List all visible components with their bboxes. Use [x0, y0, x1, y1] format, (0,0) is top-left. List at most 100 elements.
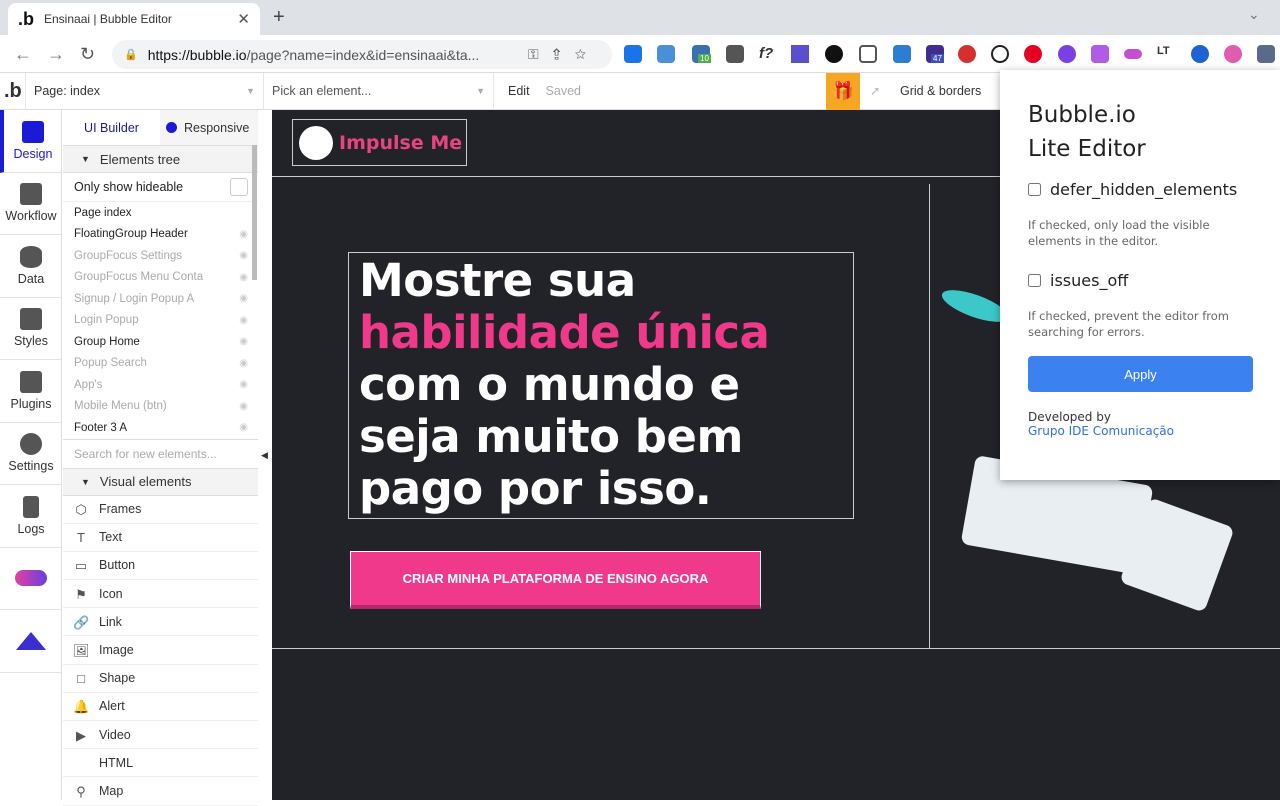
close-tab-icon[interactable]: ✕: [237, 10, 250, 28]
brain-extension-icon[interactable]: [1224, 45, 1242, 63]
visual-element-shape[interactable]: □ Shape: [63, 665, 258, 693]
grid-extension-icon[interactable]: [859, 45, 877, 63]
edit-menu[interactable]: Edit: [494, 73, 538, 110]
visual-element-label: Video: [99, 727, 131, 742]
badge: 47: [931, 54, 944, 63]
eyedropper-extension-icon[interactable]: [726, 45, 744, 63]
grid-borders-menu[interactable]: Grid & borders: [900, 84, 981, 98]
tree-item[interactable]: Footer 3 A ◉: [63, 417, 258, 439]
eye-icon[interactable]: ◉: [239, 358, 248, 369]
tab-ui-builder[interactable]: UI Builder: [63, 121, 160, 135]
hero-heading[interactable]: Mostre sua habilidade única com o mundo …: [348, 252, 854, 519]
visual-element-html[interactable]: HTML: [63, 749, 258, 778]
visual-element-button[interactable]: ▭ Button: [63, 552, 258, 581]
defer-hidden-checkbox[interactable]: [1028, 183, 1041, 196]
lt-extension-icon[interactable]: LT: [1157, 45, 1175, 63]
clock-extension-icon[interactable]: [991, 45, 1009, 63]
eye-icon[interactable]: ◉: [239, 379, 248, 390]
new-tab-icon[interactable]: +: [273, 6, 285, 29]
issues-off-checkbox[interactable]: [1028, 274, 1041, 287]
visual-element-video[interactable]: ▶ Video: [63, 721, 258, 750]
nav-settings[interactable]: Settings: [0, 423, 62, 485]
eye-icon[interactable]: ◉: [239, 293, 248, 304]
url-actions[interactable]: ⚿⇪☆: [528, 46, 600, 63]
reload-icon[interactable]: ↻: [80, 44, 95, 65]
defer-hidden-option[interactable]: defer_hidden_elements: [1028, 180, 1252, 199]
eye-icon[interactable]: ◉: [239, 422, 248, 433]
tree-item[interactable]: FloatingGroup Header ◉: [63, 224, 258, 246]
extension-icon[interactable]: [1091, 45, 1109, 63]
visual-element-frames[interactable]: ⬡ Frames: [63, 496, 258, 524]
toggle-extension-icon[interactable]: [1124, 49, 1142, 59]
tree-item[interactable]: Mobile Menu (btn) ◉: [63, 396, 258, 418]
nav-extension-bubble[interactable]: [0, 610, 62, 673]
nav-label: Logs: [17, 521, 45, 536]
tree-item[interactable]: GroupFocus Settings ◉: [63, 245, 258, 267]
visual-element-icon[interactable]: ⚑ Icon: [63, 580, 258, 609]
url-path: /page?name=index&id=ensinaai&ta...: [246, 46, 480, 63]
hero-line: pago por isso.: [359, 462, 712, 515]
visual-element-alert[interactable]: 🔔 Alert: [63, 693, 258, 721]
grad-extension-icon[interactable]: 47: [926, 45, 944, 63]
tree-item[interactable]: App's ◉: [63, 374, 258, 396]
visual-element-link[interactable]: 🔗 Link: [63, 608, 258, 637]
eye-icon[interactable]: ◉: [239, 401, 248, 412]
apply-button[interactable]: Apply: [1028, 356, 1253, 392]
page-selector[interactable]: Page: index ▼: [26, 72, 264, 110]
impulse-me-logo[interactable]: Impulse Me: [292, 119, 467, 166]
font-extension-icon[interactable]: f?: [759, 45, 777, 63]
logo-mark-icon: [299, 125, 333, 160]
eye-icon[interactable]: ◉: [239, 315, 248, 326]
nav-plugins[interactable]: Plugins: [0, 360, 62, 423]
nav-extension-toggle[interactable]: [0, 548, 62, 610]
browser-tab[interactable]: .b Ensinaai | Bubble Editor ✕: [8, 3, 260, 35]
eye-icon[interactable]: ◉: [239, 250, 248, 261]
tab-search-icon[interactable]: ⌄: [1248, 6, 1260, 23]
back-icon[interactable]: ←: [14, 44, 32, 65]
visual-element-map[interactable]: ⚲ Map: [63, 777, 258, 806]
search-elements-input[interactable]: Search for new elements...: [63, 438, 258, 468]
shield-extension-icon[interactable]: [958, 45, 976, 63]
layout-extension-icon[interactable]: [893, 45, 911, 63]
nav-logs[interactable]: Logs: [0, 485, 62, 548]
tree-item[interactable]: Signup / Login Popup A ◉: [63, 288, 258, 310]
only-hideable-checkbox[interactable]: [230, 178, 248, 196]
collapse-panel-icon[interactable]: ◀: [261, 450, 268, 461]
panel-scrollbar[interactable]: [252, 145, 257, 280]
extension-icon[interactable]: [825, 45, 843, 63]
eye-icon[interactable]: ◉: [239, 272, 248, 283]
bubble-lite-extension-icon[interactable]: [1257, 45, 1275, 63]
nav-data[interactable]: Data: [0, 235, 62, 298]
cta-button[interactable]: CRIAR MINHA PLATAFORMA DE ENSINO AGORA: [350, 551, 761, 609]
issues-off-option[interactable]: issues_off: [1028, 271, 1252, 290]
visual-elements-header[interactable]: ▼ Visual elements: [63, 467, 258, 496]
tree-item[interactable]: Page index: [63, 202, 258, 224]
download-extension-icon[interactable]: [624, 45, 642, 63]
translate-extension-icon[interactable]: [657, 45, 675, 63]
extension-icon[interactable]: [1191, 45, 1209, 63]
eye-icon[interactable]: ◉: [239, 336, 248, 347]
cursor-icon[interactable]: ➚: [870, 83, 880, 98]
gift-icon[interactable]: 🎁: [826, 73, 860, 110]
tree-item[interactable]: Login Popup ◉: [63, 310, 258, 332]
nav-workflow[interactable]: Workflow: [0, 173, 62, 235]
url-input[interactable]: 🔒 https://bubble.io/page?name=index&id=e…: [112, 40, 612, 69]
element-picker[interactable]: Pick an element... ▼: [264, 72, 494, 110]
eye-icon[interactable]: ◉: [239, 229, 248, 240]
bubble-logo-icon[interactable]: .b: [0, 72, 26, 110]
bubble-extension-icon[interactable]: [791, 45, 809, 63]
pinterest-extension-icon[interactable]: [1024, 45, 1042, 63]
tree-item[interactable]: Popup Search ◉: [63, 353, 258, 375]
tree-item[interactable]: GroupFocus Menu Conta ◉: [63, 267, 258, 289]
code-extension-icon[interactable]: 10: [692, 45, 711, 63]
tab-responsive[interactable]: Responsive: [160, 110, 258, 145]
nav-styles[interactable]: Styles: [0, 298, 62, 360]
developer-link[interactable]: Grupo IDE Comunicação: [1028, 424, 1252, 438]
forward-icon[interactable]: →: [47, 44, 65, 65]
extension-icon[interactable]: [1058, 45, 1076, 63]
visual-element-image[interactable]: 🖼 Image: [63, 636, 258, 665]
visual-element-text[interactable]: T Text: [63, 524, 258, 552]
elements-tree-header[interactable]: ▼ Elements tree: [63, 145, 258, 173]
tree-item[interactable]: Group Home ◉: [63, 331, 258, 353]
nav-design[interactable]: Design: [0, 110, 62, 173]
